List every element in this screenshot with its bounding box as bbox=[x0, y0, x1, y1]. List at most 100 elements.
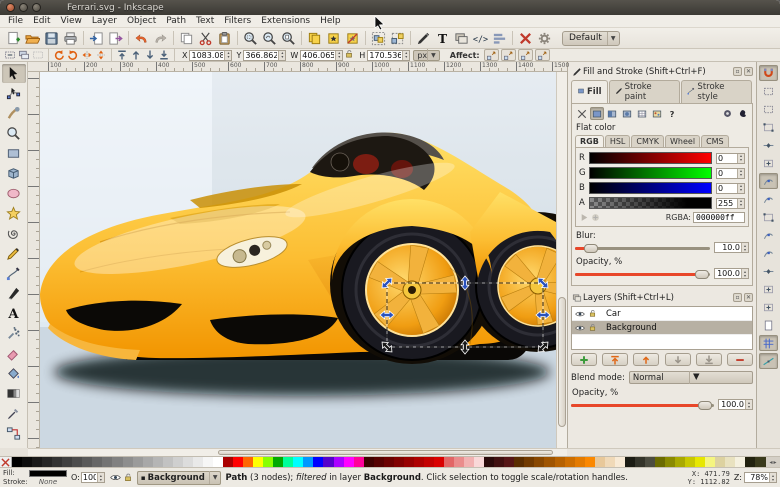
palette-swatch[interactable] bbox=[364, 457, 374, 467]
unlink-clone-button[interactable] bbox=[343, 29, 362, 47]
bezier-pen-tool-button[interactable] bbox=[2, 264, 26, 283]
palette-swatch[interactable] bbox=[544, 457, 554, 467]
lower-layer-to-bottom-button[interactable] bbox=[696, 353, 722, 366]
palette-swatch[interactable] bbox=[585, 457, 595, 467]
palette-swatch[interactable] bbox=[705, 457, 715, 467]
layer-visibility-icon[interactable] bbox=[574, 309, 586, 319]
pick-color-button[interactable] bbox=[579, 213, 590, 223]
fill-stroke-dialog-button[interactable] bbox=[414, 29, 433, 47]
palette-swatch[interactable] bbox=[72, 457, 82, 467]
snap-enable-button[interactable] bbox=[759, 65, 778, 81]
palette-swatch[interactable] bbox=[625, 457, 635, 467]
w-coordinate-input[interactable] bbox=[301, 51, 335, 60]
layer-opacity-input[interactable] bbox=[719, 400, 745, 409]
palette-swatch[interactable] bbox=[32, 457, 42, 467]
snap-bbox-edges-button[interactable] bbox=[759, 101, 778, 117]
box-3d-tool-button[interactable] bbox=[2, 164, 26, 183]
canvas[interactable] bbox=[40, 72, 556, 448]
snap-bbox-centers-button[interactable] bbox=[759, 155, 778, 171]
channel-a-slider[interactable] bbox=[589, 197, 712, 209]
channel-g-slider[interactable] bbox=[589, 167, 712, 179]
snap-bbox-button[interactable] bbox=[759, 83, 778, 99]
selection-overlay[interactable] bbox=[40, 72, 556, 448]
node-editor-tool-button[interactable] bbox=[2, 84, 26, 103]
palette-swatch[interactable] bbox=[464, 457, 474, 467]
palette-swatch[interactable] bbox=[555, 457, 565, 467]
palette-swatch[interactable] bbox=[645, 457, 655, 467]
spray-tool-button[interactable] bbox=[2, 324, 26, 343]
cut-button[interactable] bbox=[196, 29, 215, 47]
lower-to-bottom-button[interactable] bbox=[157, 49, 171, 61]
import-button[interactable] bbox=[87, 29, 106, 47]
delete-selection-button[interactable] bbox=[516, 29, 535, 47]
palette-swatch[interactable] bbox=[163, 457, 173, 467]
swatch-button[interactable] bbox=[650, 107, 664, 120]
menu-file[interactable]: File bbox=[3, 16, 28, 26]
menu-view[interactable]: View bbox=[56, 16, 87, 26]
palette-swatch[interactable] bbox=[444, 457, 454, 467]
blend-mode-dropdown[interactable]: Normal ▼ bbox=[629, 371, 753, 384]
vertical-scrollbar[interactable] bbox=[556, 72, 567, 448]
palette-swatch[interactable] bbox=[344, 457, 354, 467]
x-coordinate-input[interactable] bbox=[190, 51, 224, 60]
channel-g-input[interactable] bbox=[717, 169, 737, 178]
layers-dock-button[interactable]: ▫ bbox=[733, 293, 742, 302]
spiral-tool-button[interactable] bbox=[2, 224, 26, 243]
raise-layer-to-top-button[interactable] bbox=[602, 353, 628, 366]
preferences-button[interactable] bbox=[535, 29, 554, 47]
zoom-page-button[interactable] bbox=[279, 29, 298, 47]
blur-slider-knob[interactable] bbox=[584, 244, 598, 253]
ellipse-tool-button[interactable] bbox=[2, 184, 26, 203]
pencil-tool-button[interactable] bbox=[2, 244, 26, 263]
palette-swatch[interactable] bbox=[394, 457, 404, 467]
palette-swatch[interactable] bbox=[414, 457, 424, 467]
palette-swatch[interactable] bbox=[715, 457, 725, 467]
select-all-layers-button[interactable] bbox=[17, 49, 31, 61]
rotate-cw-button[interactable] bbox=[66, 49, 80, 61]
channel-r-input[interactable] bbox=[717, 154, 737, 163]
palette-swatch[interactable] bbox=[173, 457, 183, 467]
fs-opacity-slider[interactable] bbox=[575, 269, 710, 279]
palette-swatch[interactable] bbox=[534, 457, 544, 467]
tab-stroke-paint[interactable]: Stroke paint bbox=[609, 80, 681, 103]
xml-editor-button[interactable]: </> bbox=[471, 29, 490, 47]
layer-row-background[interactable]: Background bbox=[572, 321, 752, 335]
calligraphy-tool-button[interactable] bbox=[2, 284, 26, 303]
raise-layer-button[interactable] bbox=[633, 353, 659, 366]
palette-swatch[interactable] bbox=[655, 457, 665, 467]
menu-path[interactable]: Path bbox=[161, 16, 191, 26]
snap-smooth-nodes-button[interactable] bbox=[759, 245, 778, 261]
undo-button[interactable] bbox=[132, 29, 151, 47]
palette-swatch[interactable] bbox=[384, 457, 394, 467]
layer-lock-icon[interactable] bbox=[586, 323, 598, 332]
palette-swatch[interactable] bbox=[374, 457, 384, 467]
palette-swatch[interactable] bbox=[605, 457, 615, 467]
radial-gradient-button[interactable] bbox=[620, 107, 634, 120]
lower-button[interactable] bbox=[143, 49, 157, 61]
object-opacity-input[interactable] bbox=[82, 473, 97, 482]
palette-swatch[interactable] bbox=[112, 457, 122, 467]
menu-text[interactable]: Text bbox=[191, 16, 219, 26]
copy-button[interactable] bbox=[177, 29, 196, 47]
palette-swatch[interactable] bbox=[183, 457, 193, 467]
palette-swatch[interactable] bbox=[334, 457, 344, 467]
palette-swatch[interactable] bbox=[484, 457, 494, 467]
palette-swatch[interactable] bbox=[685, 457, 695, 467]
delete-layer-button[interactable] bbox=[727, 353, 753, 366]
palette-swatch[interactable] bbox=[665, 457, 675, 467]
snap-guides-button[interactable] bbox=[759, 353, 778, 369]
dropper-tool-button[interactable] bbox=[2, 404, 26, 423]
paste-button[interactable] bbox=[215, 29, 234, 47]
channel-b-input[interactable] bbox=[717, 184, 737, 193]
palette-swatch[interactable] bbox=[354, 457, 364, 467]
palette-swatch[interactable] bbox=[123, 457, 133, 467]
redo-button[interactable] bbox=[151, 29, 170, 47]
color-tab-rgb[interactable]: RGB bbox=[575, 135, 604, 147]
stroke-indicator-value[interactable]: None bbox=[29, 478, 67, 486]
unknown-paint-button[interactable]: ? bbox=[665, 107, 679, 120]
rgba-input[interactable] bbox=[693, 212, 745, 223]
color-tab-hsl[interactable]: HSL bbox=[605, 135, 631, 147]
menu-layer[interactable]: Layer bbox=[87, 16, 122, 26]
rectangle-tool-button[interactable] bbox=[2, 144, 26, 163]
palette-swatch[interactable] bbox=[404, 457, 414, 467]
